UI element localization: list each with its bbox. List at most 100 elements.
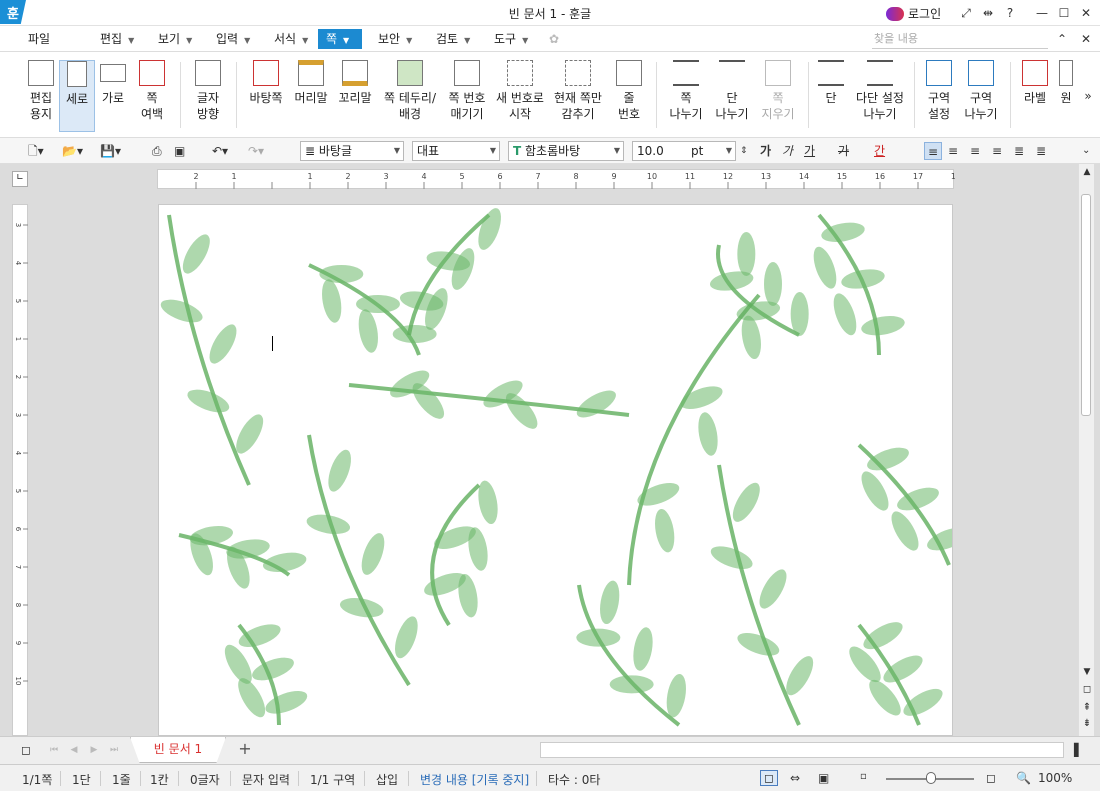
menu-file[interactable]: 파일 bbox=[20, 29, 58, 49]
menu-tools[interactable]: 도구 ▼ bbox=[486, 29, 536, 49]
split-handle-icon[interactable]: ▐ bbox=[1066, 742, 1082, 758]
status-track-changes[interactable]: 변경 내용 [기록 중지] bbox=[420, 771, 529, 788]
close-icon[interactable]: ✕ bbox=[1078, 5, 1094, 21]
section-setup-button[interactable]: 구역 설정 bbox=[920, 60, 958, 132]
hide-current-page-button[interactable]: 현재 쪽만 감추기 bbox=[550, 60, 606, 132]
page-break-button[interactable]: 쪽 나누기 bbox=[664, 60, 708, 132]
section-break-button[interactable]: 구역 나누기 bbox=[960, 60, 1002, 132]
undo-icon[interactable]: ↶▾ bbox=[212, 142, 228, 160]
page-setup-button[interactable]: 편집 용지 bbox=[22, 60, 60, 132]
page-border-button[interactable]: 쪽 테두리/배경 bbox=[380, 60, 440, 132]
open-folder-icon[interactable]: 📂▾ bbox=[62, 142, 83, 160]
ruler-corner-icon[interactable]: ∟ bbox=[12, 171, 28, 187]
next-page-icon[interactable]: ⇟ bbox=[1079, 716, 1095, 732]
horizontal-ruler[interactable]: 21123456789101112131415161718 bbox=[157, 169, 961, 189]
view-width-icon[interactable]: ⇔ bbox=[790, 771, 800, 785]
toolbar-more-icon[interactable]: ⌄ bbox=[1082, 142, 1090, 160]
zoom-slider-thumb[interactable] bbox=[926, 772, 936, 784]
fullscreen-icon[interactable]: ⤢ bbox=[958, 5, 974, 21]
search-input[interactable]: 찾을 내용 bbox=[872, 31, 1048, 49]
status-page[interactable]: 1/1쪽 bbox=[22, 771, 52, 788]
original-button[interactable]: 원 bbox=[1056, 60, 1076, 132]
prev-tab-icon[interactable]: ◀ bbox=[66, 742, 82, 758]
column-break-button[interactable]: 단 나누기 bbox=[710, 60, 754, 132]
document-page[interactable] bbox=[158, 204, 953, 736]
align-distribute-icon[interactable]: ≣ bbox=[1014, 142, 1024, 160]
close-doc-icon[interactable]: ✕ bbox=[1078, 31, 1094, 47]
view-page-icon[interactable]: ◻ bbox=[760, 770, 778, 786]
menu-view[interactable]: 보기 ▼ bbox=[150, 29, 200, 49]
bold-button[interactable]: 가 bbox=[760, 142, 771, 160]
align-split-icon[interactable]: ≣ bbox=[1036, 142, 1046, 160]
document-tab-bar: ◻ ⏮ ◀ ▶ ⏭ 빈 문서 1 + ▐ bbox=[0, 736, 1100, 764]
menu-security[interactable]: 보안 ▼ bbox=[370, 29, 420, 49]
strikethrough-button[interactable]: 가 bbox=[838, 142, 849, 160]
menu-page[interactable]: 쪽 ▼ bbox=[318, 29, 362, 49]
master-page-button[interactable]: 바탕쪽 bbox=[246, 60, 286, 132]
view-full-icon[interactable]: ▣ bbox=[818, 771, 829, 785]
ribbon-more-icon[interactable]: » bbox=[1080, 88, 1096, 104]
align-justify-icon[interactable]: ≡ bbox=[924, 142, 942, 160]
menu-insert[interactable]: 입력 ▼ bbox=[208, 29, 258, 49]
collapse-ribbon-icon[interactable]: ⌃ bbox=[1054, 31, 1070, 47]
zoom-level[interactable]: 100% bbox=[1038, 771, 1072, 785]
new-document-icon[interactable]: 🗋▾ bbox=[28, 142, 44, 160]
extension-icon[interactable]: ✿ bbox=[546, 31, 562, 47]
style-select[interactable]: ≣ 바탕글 ▼ bbox=[300, 141, 404, 161]
minimize-icon[interactable]: — bbox=[1034, 5, 1050, 21]
add-tab-button[interactable]: + bbox=[232, 740, 258, 760]
delete-page-button[interactable]: 쪽 지우기 bbox=[756, 60, 800, 132]
first-tab-icon[interactable]: ⏮ bbox=[46, 742, 62, 758]
label-button[interactable]: 라벨 bbox=[1016, 60, 1054, 132]
text-direction-button[interactable]: 글자 방향 bbox=[188, 60, 228, 132]
header-button[interactable]: 머리말 bbox=[290, 60, 332, 132]
preview-icon[interactable]: ▣ bbox=[174, 142, 185, 160]
italic-button[interactable]: 가 bbox=[782, 142, 793, 160]
align-center-icon[interactable]: ≡ bbox=[970, 142, 980, 160]
status-insert-mode[interactable]: 삽입 bbox=[376, 771, 398, 788]
font-select[interactable]: T 함초롬바탕 ▼ bbox=[508, 141, 624, 161]
print-icon[interactable]: ⎙ bbox=[152, 142, 162, 160]
last-tab-icon[interactable]: ⏭ bbox=[106, 742, 122, 758]
new-number-button[interactable]: 새 번호로 시작 bbox=[494, 60, 546, 132]
zoom-in-icon[interactable]: ◻ bbox=[986, 771, 996, 785]
vertical-scrollbar[interactable]: ▲ ▼ ◻ ⇞ ⇟ bbox=[1078, 164, 1094, 736]
maximize-icon[interactable]: ☐ bbox=[1056, 5, 1072, 21]
font-size-input[interactable]: 10.0 pt ▼ bbox=[632, 141, 736, 161]
menu-review[interactable]: 검토 ▼ bbox=[428, 29, 478, 49]
chevron-down-icon: ▼ bbox=[406, 36, 413, 45]
split-view-icon[interactable]: ⇹ bbox=[980, 5, 996, 21]
landscape-button[interactable]: 가로 bbox=[96, 60, 130, 132]
menu-edit[interactable]: 편집 ▼ bbox=[92, 29, 142, 49]
page-view-icon[interactable]: ◻ bbox=[1079, 682, 1095, 698]
multi-column-button[interactable]: 다단 설정 나누기 bbox=[852, 60, 908, 132]
login-button[interactable]: 로그인 bbox=[886, 5, 941, 22]
horizontal-scrollbar[interactable] bbox=[540, 742, 1064, 758]
tab-list-icon[interactable]: ◻ bbox=[18, 742, 34, 758]
footer-button[interactable]: 꼬리말 bbox=[334, 60, 376, 132]
page-number-button[interactable]: 쪽 번호 매기기 bbox=[444, 60, 490, 132]
help-icon[interactable]: ? bbox=[1002, 5, 1018, 21]
tab-document-1[interactable]: 빈 문서 1 bbox=[130, 737, 226, 763]
portrait-button[interactable]: 세로 bbox=[59, 60, 95, 132]
scroll-up-icon[interactable]: ▲ bbox=[1079, 164, 1095, 180]
align-left-icon[interactable]: ≡ bbox=[948, 142, 958, 160]
vertical-ruler[interactable]: 3 4 5 1 2 3 4 5 6 7 8 9 10 bbox=[12, 204, 28, 736]
zoom-magnifier-icon[interactable]: 🔍 bbox=[1016, 771, 1031, 785]
zoom-out-icon[interactable]: ▫ bbox=[860, 771, 867, 782]
font-size-stepper-icon[interactable]: ⇕ bbox=[740, 142, 748, 160]
scroll-down-icon[interactable]: ▼ bbox=[1079, 664, 1095, 680]
language-select[interactable]: 대표 ▼ bbox=[412, 141, 500, 161]
redo-icon[interactable]: ↷▾ bbox=[248, 142, 264, 160]
page-margin-button[interactable]: 쪽 여백 bbox=[132, 60, 172, 132]
next-tab-icon[interactable]: ▶ bbox=[86, 742, 102, 758]
underline-button[interactable]: 가 bbox=[804, 142, 815, 160]
prev-page-icon[interactable]: ⇞ bbox=[1079, 700, 1095, 716]
font-color-button[interactable]: 간 bbox=[874, 142, 885, 160]
align-right-icon[interactable]: ≡ bbox=[992, 142, 1002, 160]
vertical-scroll-thumb[interactable] bbox=[1081, 194, 1091, 416]
menu-format[interactable]: 서식 ▼ bbox=[266, 29, 316, 49]
line-number-button[interactable]: 줄 번호 bbox=[610, 60, 648, 132]
columns-button[interactable]: 단 bbox=[814, 60, 848, 132]
save-icon[interactable]: 💾▾ bbox=[100, 142, 121, 160]
